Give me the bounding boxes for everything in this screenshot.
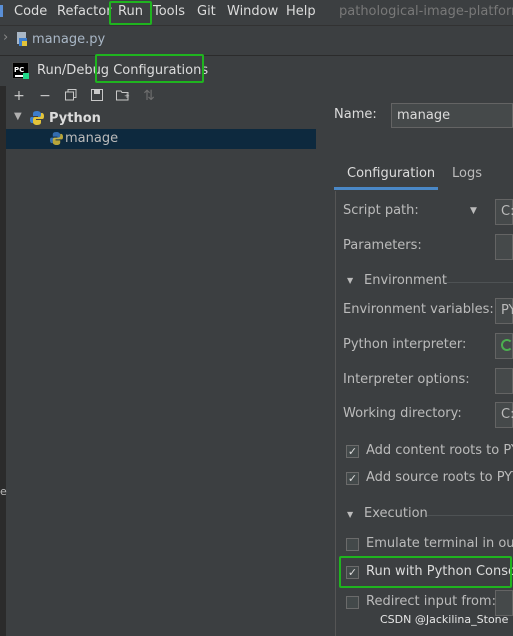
run-with-console-highlight xyxy=(339,556,512,588)
watermark: CSDN @Jackilina_Stone xyxy=(380,613,509,626)
menu-tools[interactable]: Tools xyxy=(153,4,185,19)
add-icon[interactable]: + xyxy=(12,89,26,103)
svg-text:+: + xyxy=(124,92,130,100)
run-menu-highlight xyxy=(109,1,152,25)
name-input[interactable]: manage xyxy=(391,103,513,128)
navigation-bar: › manage.py xyxy=(0,25,513,53)
breadcrumb-file[interactable]: manage.py xyxy=(32,32,105,47)
menu-code[interactable]: Code xyxy=(14,4,47,19)
name-input-value: manage xyxy=(397,108,451,123)
left-edge-mark xyxy=(0,5,3,17)
chevron-down-icon[interactable]: ▼ xyxy=(347,276,353,285)
emulate-terminal-checkbox[interactable] xyxy=(346,538,359,551)
tree-group-label: Python xyxy=(49,111,101,126)
python-file-icon xyxy=(16,32,28,46)
add-content-roots-checkbox[interactable]: ✓ xyxy=(346,445,359,458)
tree-group-python[interactable]: ▼ Python xyxy=(6,109,316,129)
working-dir-input[interactable]: C: xyxy=(495,402,513,428)
menu-git[interactable]: Git xyxy=(197,4,216,19)
pycharm-logo-icon: PC xyxy=(12,62,29,79)
interpreter-label: Python interpreter: xyxy=(343,337,467,352)
left-edge-char: e xyxy=(0,485,7,498)
env-vars-value: PY xyxy=(501,303,513,318)
working-dir-value: C: xyxy=(501,407,513,422)
interpreter-options-label: Interpreter options: xyxy=(343,372,470,387)
tab-configuration[interactable]: Configuration xyxy=(347,166,435,181)
add-source-roots-checkbox[interactable]: ✓ xyxy=(346,472,359,485)
menu-window[interactable]: Window xyxy=(227,4,278,19)
script-path-input[interactable]: C: xyxy=(495,199,513,225)
chevron-right-icon: › xyxy=(3,30,9,45)
copy-icon[interactable] xyxy=(64,89,78,103)
active-tab-indicator xyxy=(334,187,438,190)
interpreter-options-input[interactable] xyxy=(495,368,513,394)
tree-item-label: manage xyxy=(65,131,119,146)
sort-icon[interactable]: ⇅ xyxy=(142,89,156,103)
svg-text:PC: PC xyxy=(14,66,24,74)
parameters-input[interactable] xyxy=(495,234,513,260)
dropdown-arrow-icon[interactable]: ▼ xyxy=(470,206,477,216)
name-label: Name: xyxy=(334,107,377,122)
add-source-roots-label: Add source roots to PYTH xyxy=(366,470,513,485)
project-title: pathological-image-platform xyxy=(339,4,513,19)
working-dir-label: Working directory: xyxy=(343,406,462,421)
execution-section-label: Execution xyxy=(364,506,428,521)
remove-icon[interactable]: − xyxy=(38,89,52,103)
menu-bar: Code Refactor Run Tools Git Window Help … xyxy=(0,0,513,24)
menu-help[interactable]: Help xyxy=(286,4,316,19)
interpreter-select[interactable] xyxy=(495,333,513,359)
dialog-titlebar: PC Run/Debug Configurations xyxy=(0,55,513,86)
environment-section-label: Environment xyxy=(364,273,448,288)
chevron-down-icon[interactable]: ▼ xyxy=(347,510,353,519)
menu-refactor[interactable]: Refactor xyxy=(57,4,112,19)
execution-separator xyxy=(427,515,513,516)
python-run-config-icon xyxy=(50,132,63,145)
tree-item-manage[interactable]: manage xyxy=(6,129,316,149)
env-vars-input[interactable]: PY xyxy=(495,298,513,324)
tab-logs[interactable]: Logs xyxy=(452,166,482,181)
script-path-value: C: xyxy=(501,204,513,219)
loading-spinner-icon xyxy=(501,339,513,351)
redirect-input-label: Redirect input from: xyxy=(366,594,496,609)
python-icon xyxy=(30,111,44,125)
redirect-input-checkbox[interactable] xyxy=(346,596,359,609)
new-folder-icon[interactable]: + xyxy=(116,89,130,103)
emulate-terminal-label: Emulate terminal in outpu xyxy=(366,536,513,551)
chevron-down-icon: ▼ xyxy=(14,111,22,122)
config-tree-pane xyxy=(6,86,317,636)
env-vars-label: Environment variables: xyxy=(343,302,494,317)
script-path-label: Script path: xyxy=(343,203,419,218)
save-icon[interactable] xyxy=(90,89,104,103)
environment-separator xyxy=(445,282,513,283)
parameters-label: Parameters: xyxy=(343,238,422,253)
dialog-title-highlight xyxy=(95,54,204,83)
add-content-roots-label: Add content roots to PYTH xyxy=(366,443,513,458)
